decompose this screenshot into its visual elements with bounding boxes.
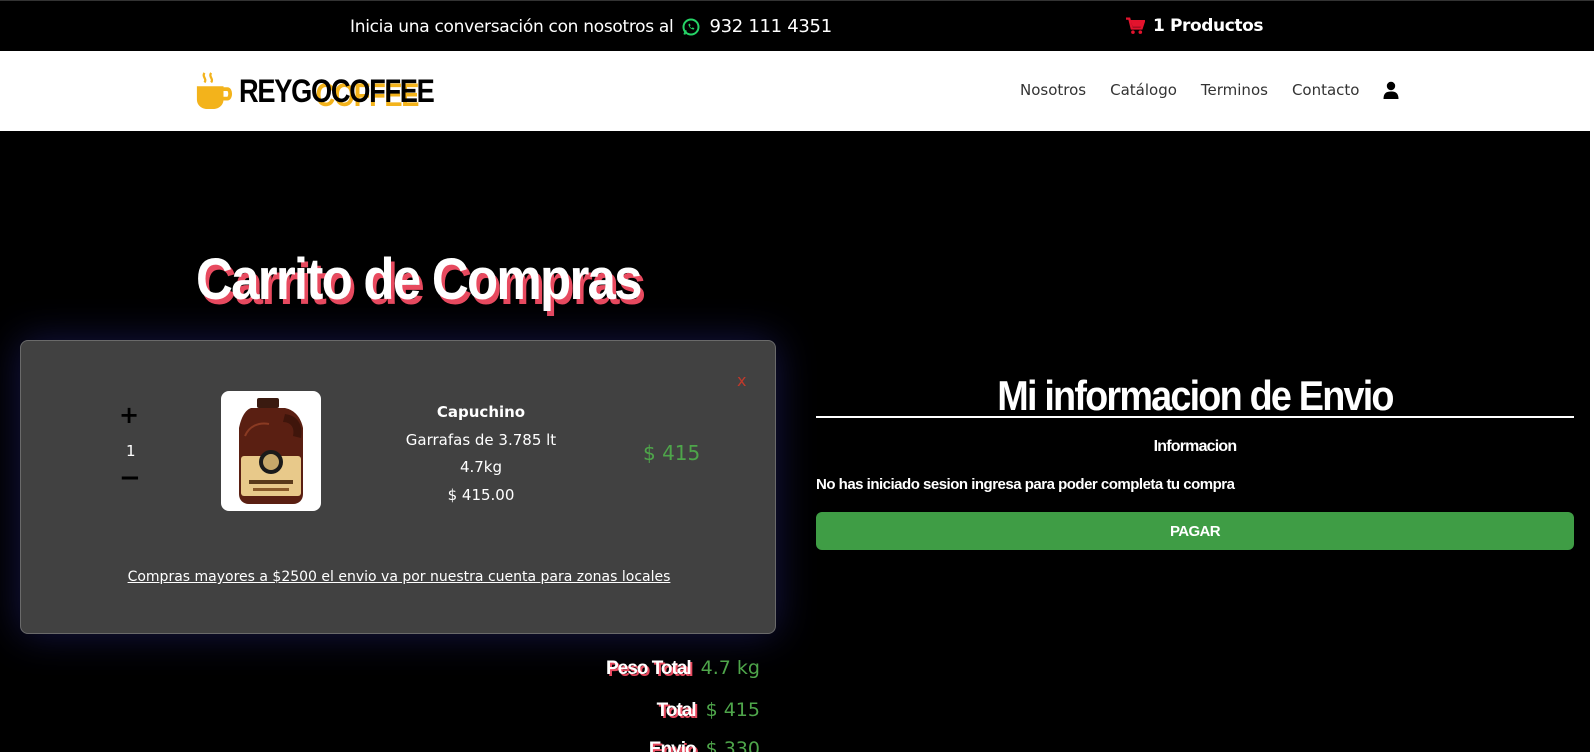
brand-name-accent: COFFEE <box>330 72 435 109</box>
total-weight-row: Peso Total 4.7 kg <box>560 657 760 680</box>
brand-name: COFFEE REYGOCOFFEE <box>239 72 435 113</box>
decrease-quantity-button[interactable]: − <box>119 463 141 493</box>
user-icon[interactable] <box>1383 81 1399 99</box>
total-row: Total $ 415 <box>560 699 760 722</box>
brand-name-main: REYGO <box>239 72 332 109</box>
whatsapp-icon[interactable] <box>681 17 701 37</box>
shopping-cart-icon <box>1126 17 1145 34</box>
shipping-cost-row: Envio $ 330 <box>560 738 760 752</box>
pay-button[interactable]: PAGAR <box>816 512 1574 550</box>
product-unit-price: $ 415.00 <box>447 486 515 504</box>
product-image <box>221 391 321 511</box>
cart-count-label: 1 Productos <box>1153 16 1264 36</box>
total-value: $ 415 <box>705 699 760 721</box>
increase-quantity-button[interactable]: + <box>119 401 139 429</box>
nav-item-nosotros[interactable]: Nosotros <box>1020 81 1086 99</box>
top-bar: Inicia una conversación con nosotros al … <box>0 0 1594 51</box>
nav-item-terminos[interactable]: Terminos <box>1201 81 1268 99</box>
contact-message-text: Inicia una conversación con nosotros al <box>350 16 674 37</box>
brand-logo[interactable]: COFFEE REYGOCOFFEE <box>195 71 468 113</box>
total-label: Total <box>656 700 697 721</box>
shipping-info-title: Mi informacion de Envio <box>997 372 1394 419</box>
contact-phone[interactable]: 932 111 4351 <box>709 16 832 37</box>
shipping-title-divider <box>816 416 1574 418</box>
syrup-jug-illustration <box>239 398 303 504</box>
remove-item-button[interactable]: x <box>737 371 746 390</box>
product-weight: 4.7kg <box>459 458 503 476</box>
product-name: Capuchino <box>436 403 526 421</box>
total-weight-value: 4.7 kg <box>700 657 760 679</box>
page-title: Carrito de Compras <box>196 247 643 312</box>
nav-item-contacto[interactable]: Contacto <box>1292 81 1360 99</box>
cart-item-card: + 1 − Capuchino Garrafas de 3.785 lt 4.7… <box>20 340 776 634</box>
cart-link[interactable]: 1 Productos <box>1125 16 1264 36</box>
shipping-cost-label: Envio <box>648 739 697 752</box>
quantity-value: 1 <box>126 442 136 460</box>
contact-message[interactable]: Inicia una conversación con nosotros al … <box>350 16 832 37</box>
scrollbar[interactable] <box>1590 51 1594 752</box>
product-line-total: $ 415 <box>643 441 701 465</box>
nav-links: Nosotros Catálogo Terminos Contacto <box>1020 81 1399 99</box>
product-presentation: Garrafas de 3.785 lt <box>405 431 557 449</box>
free-shipping-promo-link[interactable]: Compras mayores a $2500 el envio va por … <box>21 569 777 585</box>
nav-item-catalogo[interactable]: Catálogo <box>1110 81 1177 99</box>
main-navbar: COFFEE REYGOCOFFEE Nosotros Catálogo Ter… <box>0 51 1590 131</box>
total-weight-label: Peso Total <box>606 658 692 679</box>
coffee-cup-icon <box>196 72 233 110</box>
shipping-cost-value: $ 330 <box>705 738 760 752</box>
login-required-message: No has iniciado sesion ingresa para pode… <box>816 476 1235 493</box>
information-label: Informacion <box>1153 438 1238 455</box>
